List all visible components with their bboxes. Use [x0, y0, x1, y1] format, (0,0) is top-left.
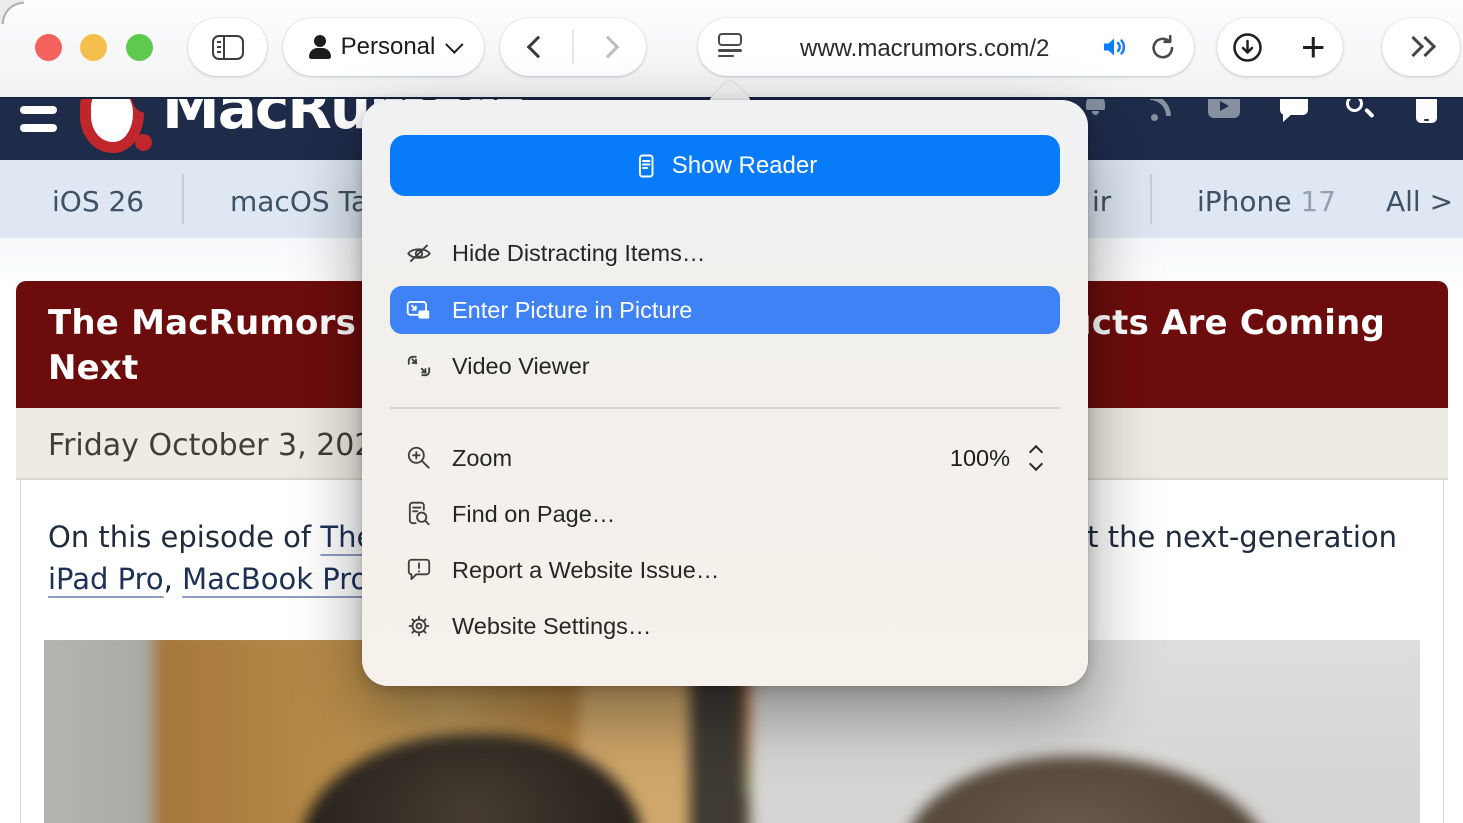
- article-link[interactable]: MacBook Pro: [182, 562, 368, 596]
- headline-text[interactable]: Next: [48, 348, 139, 388]
- zoom-stepper-icon[interactable]: [1028, 443, 1046, 473]
- hamburger-menu-icon[interactable]: [20, 99, 57, 132]
- url-fade-overlay: [1058, 24, 1103, 70]
- chevron-down-icon: [445, 35, 463, 53]
- menu-item-zoom[interactable]: Zoom 100%: [390, 434, 1060, 482]
- menu-item-report-website-issue[interactable]: Report a Website Issue…: [390, 546, 1060, 594]
- address-bar[interactable]: www.macrumors.com/2: [698, 18, 1194, 76]
- macrumors-logo-icon[interactable]: [80, 99, 154, 157]
- menu-item-video-viewer[interactable]: Video Viewer: [390, 342, 1060, 390]
- youtube-icon[interactable]: [1208, 99, 1240, 118]
- downloads-newtab-group: +: [1217, 18, 1343, 76]
- menu-item-website-settings[interactable]: Website Settings…: [390, 602, 1060, 650]
- minimize-window-button[interactable]: [80, 34, 107, 61]
- menu-item-hide-distracting-items[interactable]: Hide Distracting Items…: [390, 229, 1060, 277]
- new-tab-button[interactable]: +: [1301, 23, 1326, 71]
- show-reader-button[interactable]: Show Reader: [390, 135, 1060, 196]
- gear-icon: [404, 611, 434, 641]
- menu-item-label: Website Settings…: [452, 613, 651, 640]
- article-text: ,: [164, 562, 182, 596]
- show-reader-label: Show Reader: [672, 152, 817, 180]
- page-settings-icon[interactable]: [718, 33, 742, 61]
- profile-switcher-button[interactable]: Personal: [283, 18, 484, 76]
- menu-item-label: Video Viewer: [452, 353, 590, 380]
- menu-item-find-on-page[interactable]: Find on Page…: [390, 490, 1060, 538]
- menu-item-label: Zoom: [452, 445, 512, 472]
- nav-item-iphone17[interactable]: iPhone 17: [1197, 185, 1336, 218]
- zoom-value: 100%: [950, 445, 1010, 472]
- menu-item-label: Hide Distracting Items…: [452, 240, 705, 267]
- menu-item-label: Find on Page…: [452, 501, 615, 528]
- nav-item-air-fragment[interactable]: ir: [1092, 185, 1111, 218]
- nav-item-all[interactable]: All >: [1386, 185, 1453, 218]
- button-divider: [572, 30, 574, 64]
- headline-text-fragment[interactable]: ucts Are Coming: [1067, 303, 1385, 343]
- article-text: On this episode of: [48, 520, 320, 554]
- rss-icon[interactable]: [1150, 99, 1174, 119]
- downloads-button[interactable]: [1232, 32, 1263, 68]
- picture-in-picture-icon: [404, 295, 434, 325]
- menu-item-label: Enter Picture in Picture: [452, 297, 692, 324]
- article-date: Friday October 3, 2025: [48, 428, 393, 463]
- find-on-page-icon: [404, 499, 434, 529]
- menu-item-label: Report a Website Issue…: [452, 557, 719, 584]
- zoom-magnifier-icon: [404, 443, 434, 473]
- article-paragraph-line1: On this episode of The: [48, 520, 374, 554]
- history-nav-buttons: [500, 18, 646, 76]
- forums-chat-icon[interactable]: [1280, 99, 1308, 115]
- url-text[interactable]: www.macrumors.com/2: [800, 35, 1049, 63]
- report-issue-icon: [404, 555, 434, 585]
- nav-item-macos[interactable]: macOS Ta: [230, 185, 368, 218]
- window-corner: [0, 0, 24, 24]
- video-viewer-icon: [404, 351, 434, 381]
- article-link[interactable]: iPad Pro: [48, 562, 164, 596]
- back-button[interactable]: [527, 36, 550, 59]
- page-settings-popover: Show Reader Hide Distracting Items… Ente…: [362, 100, 1088, 686]
- nav-divider: [1150, 174, 1152, 224]
- eye-slash-icon: [404, 238, 434, 268]
- audio-playing-icon[interactable]: [1102, 34, 1130, 65]
- reload-icon[interactable]: [1148, 33, 1178, 68]
- reader-icon: [633, 153, 659, 179]
- forward-button[interactable]: [596, 36, 619, 59]
- site-search-icon[interactable]: [1346, 99, 1363, 112]
- article-paragraph-line1-right: t the next-generation: [1087, 520, 1397, 554]
- toolbar-overflow-button[interactable]: [1382, 18, 1460, 76]
- headline-text[interactable]: The MacRumors: [48, 303, 356, 343]
- sidebar-icon: [212, 35, 244, 60]
- close-window-button[interactable]: [35, 34, 62, 61]
- article-paragraph-line2: iPad Pro, MacBook Pro: [48, 562, 368, 596]
- sidebar-toggle-button[interactable]: [188, 18, 267, 76]
- person-icon: [309, 35, 331, 59]
- menu-divider: [390, 407, 1060, 409]
- nav-item-ios26[interactable]: iOS 26: [52, 185, 144, 218]
- fullscreen-window-button[interactable]: [126, 34, 153, 61]
- nav-divider: [182, 174, 184, 224]
- menu-item-enter-picture-in-picture[interactable]: Enter Picture in Picture: [390, 286, 1060, 334]
- mobile-app-icon[interactable]: [1416, 99, 1437, 123]
- profile-label: Personal: [341, 33, 436, 61]
- double-chevron-icon: [1406, 38, 1436, 56]
- notifications-bell-icon[interactable]: [1086, 99, 1105, 115]
